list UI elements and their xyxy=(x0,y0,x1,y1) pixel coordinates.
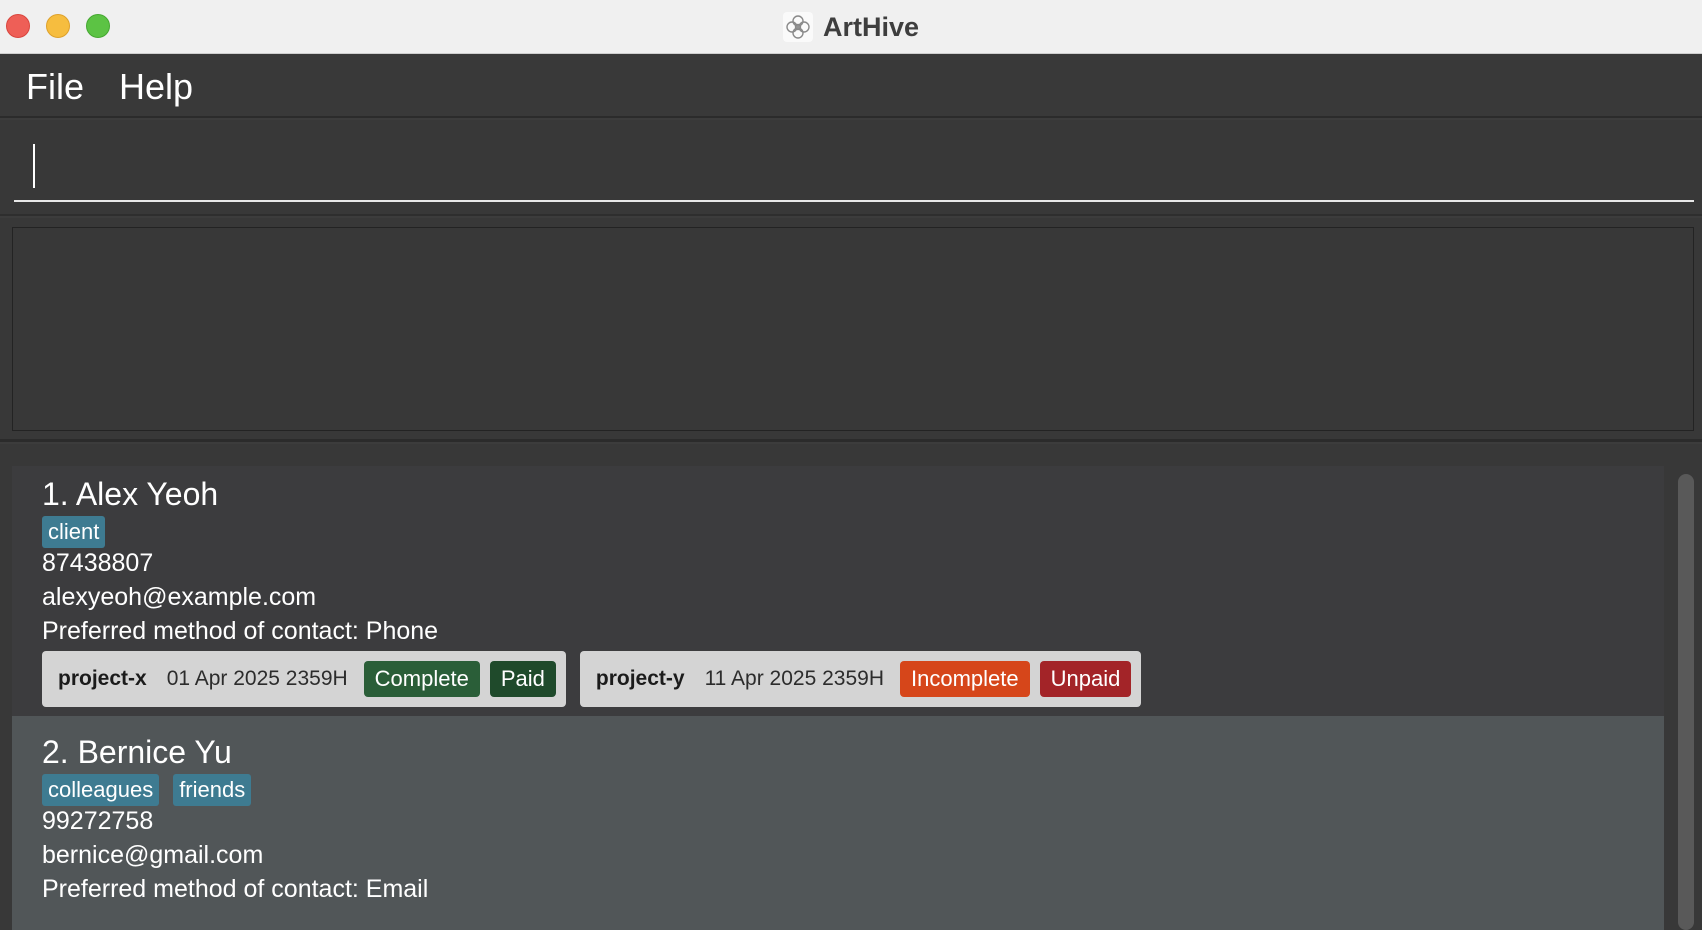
project-name: project-x xyxy=(58,667,147,690)
flower-icon xyxy=(782,12,813,42)
project-list: project-x 01 Apr 2025 2359H Complete Pai… xyxy=(42,651,1142,707)
command-box-area xyxy=(0,120,1702,216)
person-email: bernice@gmail.com xyxy=(42,841,264,869)
person-card[interactable]: 1. Alex Yeoh client 87438807 alexyeoh@ex… xyxy=(12,466,1664,716)
project-name: project-y xyxy=(595,667,685,690)
menu-bar: File Help xyxy=(0,54,1702,118)
text-caret xyxy=(33,144,35,188)
window-title-group: ArtHive xyxy=(0,0,1702,54)
person-name: 2. Bernice Yu xyxy=(42,734,232,770)
app-title: ArtHive xyxy=(822,11,920,42)
person-phone: 87438807 xyxy=(42,549,154,577)
project-status-badge: Complete xyxy=(363,661,480,697)
project-status-badge: Incomplete xyxy=(900,661,1030,697)
tag: colleagues xyxy=(42,774,160,806)
project-payment-badge: Paid xyxy=(489,661,556,697)
result-display xyxy=(12,227,1694,431)
person-contact-preference: Preferred method of contact: Phone xyxy=(42,617,439,645)
person-phone: 99272758 xyxy=(42,807,154,835)
scrollbar-thumb[interactable] xyxy=(1678,474,1694,930)
project-card: project-y 11 Apr 2025 2359H Incomplete U… xyxy=(579,651,1142,707)
command-input[interactable] xyxy=(14,138,1694,202)
project-card: project-x 01 Apr 2025 2359H Complete Pai… xyxy=(42,651,566,707)
tag-list: client xyxy=(42,516,106,548)
tag: client xyxy=(42,516,106,548)
project-deadline: 11 Apr 2025 2359H xyxy=(704,667,884,690)
tag: friends xyxy=(173,774,252,806)
person-name: 1. Alex Yeoh xyxy=(42,476,219,512)
person-card[interactable]: 2. Bernice Yu colleagues friends 9927275… xyxy=(12,716,1664,930)
person-list: 1. Alex Yeoh client 87438807 alexyeoh@ex… xyxy=(0,444,1702,930)
person-contact-preference: Preferred method of contact: Email xyxy=(42,875,429,903)
title-bar: ArtHive xyxy=(0,0,1702,54)
result-display-area xyxy=(0,218,1702,442)
project-payment-badge: Unpaid xyxy=(1039,661,1132,697)
menu-file[interactable]: File xyxy=(24,62,86,112)
menu-help[interactable]: Help xyxy=(117,62,195,112)
project-deadline: 01 Apr 2025 2359H xyxy=(166,667,348,690)
person-email: alexyeoh@example.com xyxy=(42,583,317,611)
tag-list: colleagues friends xyxy=(42,774,252,806)
